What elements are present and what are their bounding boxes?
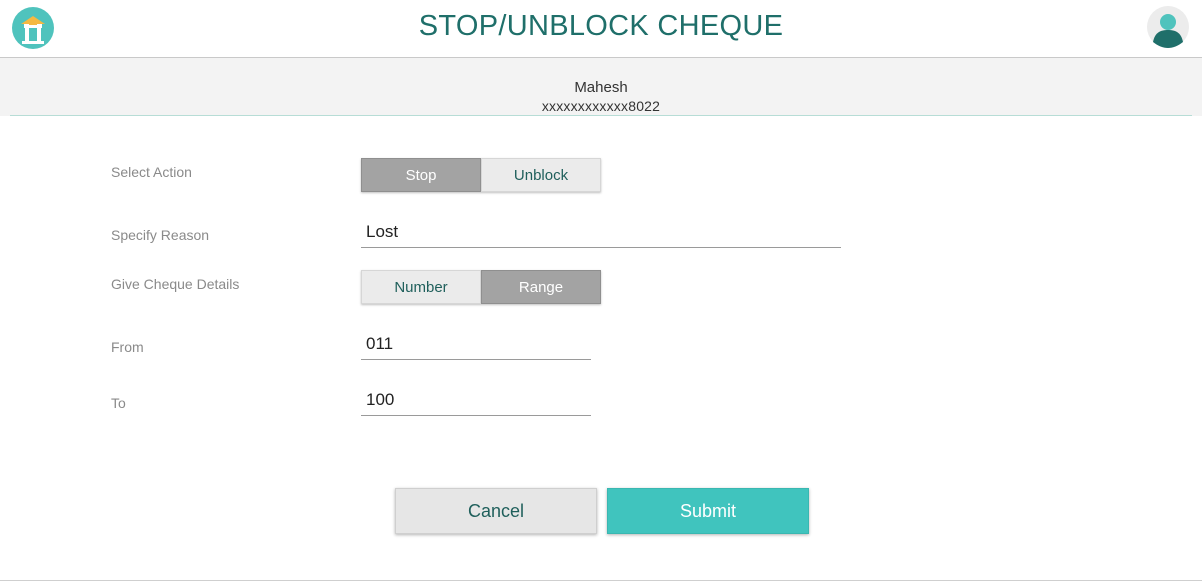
account-holder-name: Mahesh (574, 79, 628, 96)
page-title: STOP/UNBLOCK CHEQUE (418, 10, 784, 42)
from-label: From (111, 339, 144, 355)
action-unblock-button[interactable]: Unblock (481, 158, 601, 192)
cancel-button[interactable]: Cancel (395, 488, 597, 534)
reason-value: Lost (366, 222, 399, 241)
cheque-details-toggle: Number Range (361, 270, 601, 304)
user-avatar-icon[interactable] (1147, 6, 1189, 48)
app-header: STOP/UNBLOCK CHEQUE (0, 0, 1202, 58)
to-label: To (111, 395, 126, 411)
cheque-form: Select Action Stop Unblock Specify Reaso… (0, 116, 1202, 581)
select-action-toggle: Stop Unblock (361, 158, 601, 192)
from-value: 011 (366, 334, 394, 353)
account-number: xxxxxxxxxxxx8022 (541, 98, 661, 114)
to-value: 100 (366, 390, 395, 409)
from-field[interactable]: 011 (361, 330, 591, 360)
select-action-label: Select Action (111, 164, 192, 180)
details-number-button[interactable]: Number (361, 270, 481, 304)
account-summary: Mahesh xxxxxxxxxxxx8022 (0, 58, 1202, 116)
details-range-button[interactable]: Range (481, 270, 601, 304)
cheque-details-label: Give Cheque Details (111, 276, 240, 292)
submit-button[interactable]: Submit (607, 488, 809, 534)
to-field[interactable]: 100 (361, 386, 591, 416)
action-stop-button[interactable]: Stop (361, 158, 481, 192)
reason-field[interactable]: Lost (361, 218, 841, 248)
reason-label: Specify Reason (111, 227, 210, 243)
page: STOP/UNBLOCK CHEQUE Mahesh xxxxxxxxxxxx8… (0, 0, 1202, 584)
